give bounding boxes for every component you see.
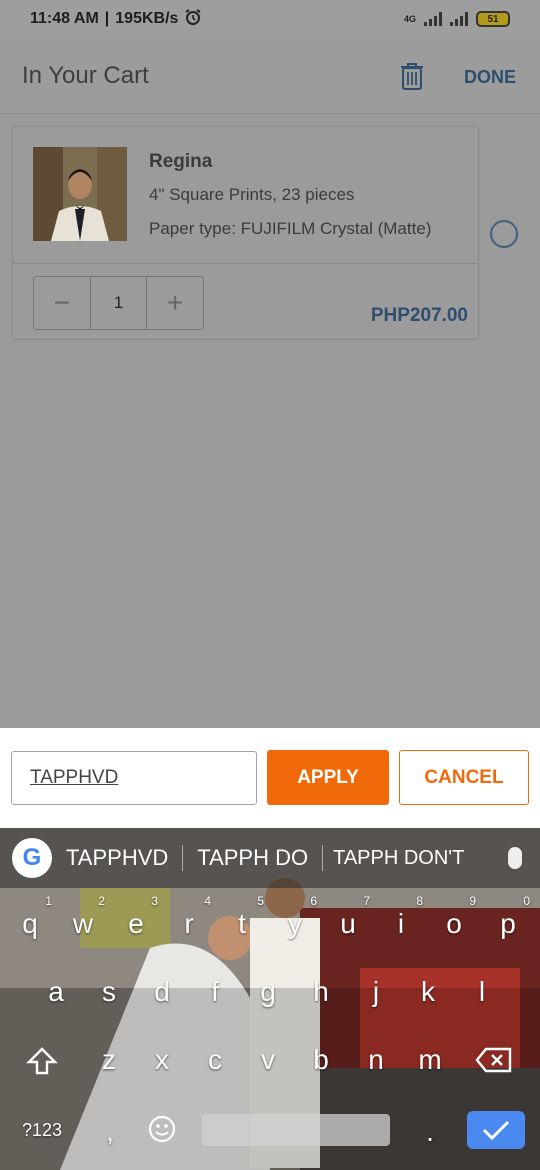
key-s[interactable]: s <box>89 976 129 1008</box>
item-description: 4" Square Prints, 23 pieces <box>149 185 355 204</box>
key-y[interactable]: y6 <box>275 894 317 940</box>
promo-code-input[interactable]: TAPPHVD <box>11 751 257 805</box>
key-i[interactable]: i8 <box>381 894 423 940</box>
status-bar: 11:48 AM | 195KB/s 4G 51 <box>0 0 540 38</box>
key-period[interactable]: . <box>410 1116 450 1148</box>
suggestion-2[interactable]: TAPPH DO <box>183 845 322 871</box>
backspace-icon[interactable] <box>474 1046 514 1081</box>
key-e[interactable]: e3 <box>116 894 158 940</box>
quantity-stepper: − 1 + <box>33 276 204 330</box>
key-m[interactable]: m <box>410 1044 450 1076</box>
status-time: 11:48 AM <box>30 10 99 27</box>
battery-icon: 51 <box>476 11 510 27</box>
emoji-icon[interactable] <box>142 1114 182 1151</box>
item-name: Regina <box>149 151 213 172</box>
symbols-key[interactable]: ?123 <box>12 1120 72 1141</box>
key-x[interactable]: x <box>142 1044 182 1076</box>
increment-button[interactable]: + <box>147 277 203 329</box>
divider <box>13 263 478 264</box>
enter-check-icon[interactable] <box>467 1111 525 1149</box>
key-o[interactable]: o9 <box>434 894 476 940</box>
promo-panel: TAPPHVD APPLY CANCEL <box>0 728 540 828</box>
key-g[interactable]: g <box>248 976 288 1008</box>
key-h[interactable]: h <box>301 976 341 1008</box>
key-n[interactable]: n <box>356 1044 396 1076</box>
item-paper-type: Paper type: FUJIFILM Crystal (Matte) <box>149 219 432 238</box>
key-comma[interactable]: , <box>90 1116 130 1148</box>
apply-button[interactable]: APPLY <box>267 750 389 805</box>
key-z[interactable]: z <box>89 1044 129 1076</box>
signal-icon <box>424 12 442 26</box>
key-w[interactable]: w2 <box>63 894 105 940</box>
trash-icon[interactable] <box>398 60 426 92</box>
item-price: PHP207.00 <box>370 305 468 326</box>
google-icon[interactable]: G <box>12 838 52 878</box>
key-d[interactable]: d <box>142 976 182 1008</box>
key-v[interactable]: v <box>248 1044 288 1076</box>
alarm-icon <box>184 8 202 31</box>
key-f[interactable]: f <box>195 976 235 1008</box>
promo-code-value: TAPPHVD <box>30 767 119 788</box>
suggestion-bar: G TAPPHVD TAPPH DO TAPPH DON'T <box>0 828 540 888</box>
key-b[interactable]: b <box>301 1044 341 1076</box>
key-c[interactable]: c <box>195 1044 235 1076</box>
key-a[interactable]: a <box>36 976 76 1008</box>
key-l[interactable]: l <box>462 976 502 1008</box>
key-p[interactable]: p0 <box>488 894 530 940</box>
cancel-button[interactable]: CANCEL <box>399 750 529 805</box>
suggestion-1[interactable]: TAPPHVD <box>52 845 182 871</box>
done-button[interactable]: DONE <box>464 67 516 88</box>
page-title: In Your Cart <box>22 62 149 89</box>
microphone-icon[interactable] <box>508 847 522 869</box>
suggestion-3[interactable]: TAPPH DON'T <box>323 847 478 870</box>
key-t[interactable]: t5 <box>222 894 264 940</box>
key-r[interactable]: r4 <box>169 894 211 940</box>
network-type: 4G <box>403 14 416 24</box>
item-photo <box>33 147 127 241</box>
space-bar[interactable] <box>202 1114 390 1146</box>
status-speed: 195KB/s <box>115 10 179 27</box>
select-item-radio[interactable] <box>490 220 518 248</box>
shift-icon[interactable] <box>22 1046 62 1083</box>
app-header: In Your Cart DONE <box>0 38 540 114</box>
keyboard: G TAPPHVD TAPPH DO TAPPH DON'T q1 w2 e3 … <box>0 828 540 1170</box>
key-q[interactable]: q1 <box>10 894 52 940</box>
decrement-button[interactable]: − <box>34 277 90 329</box>
signal-icon-2 <box>450 12 468 26</box>
quantity-value[interactable]: 1 <box>89 277 148 329</box>
cart-item-card: Regina 4" Square Prints, 23 pieces Paper… <box>12 126 479 340</box>
key-j[interactable]: j <box>356 976 396 1008</box>
key-u[interactable]: u7 <box>328 894 370 940</box>
key-k[interactable]: k <box>408 976 448 1008</box>
